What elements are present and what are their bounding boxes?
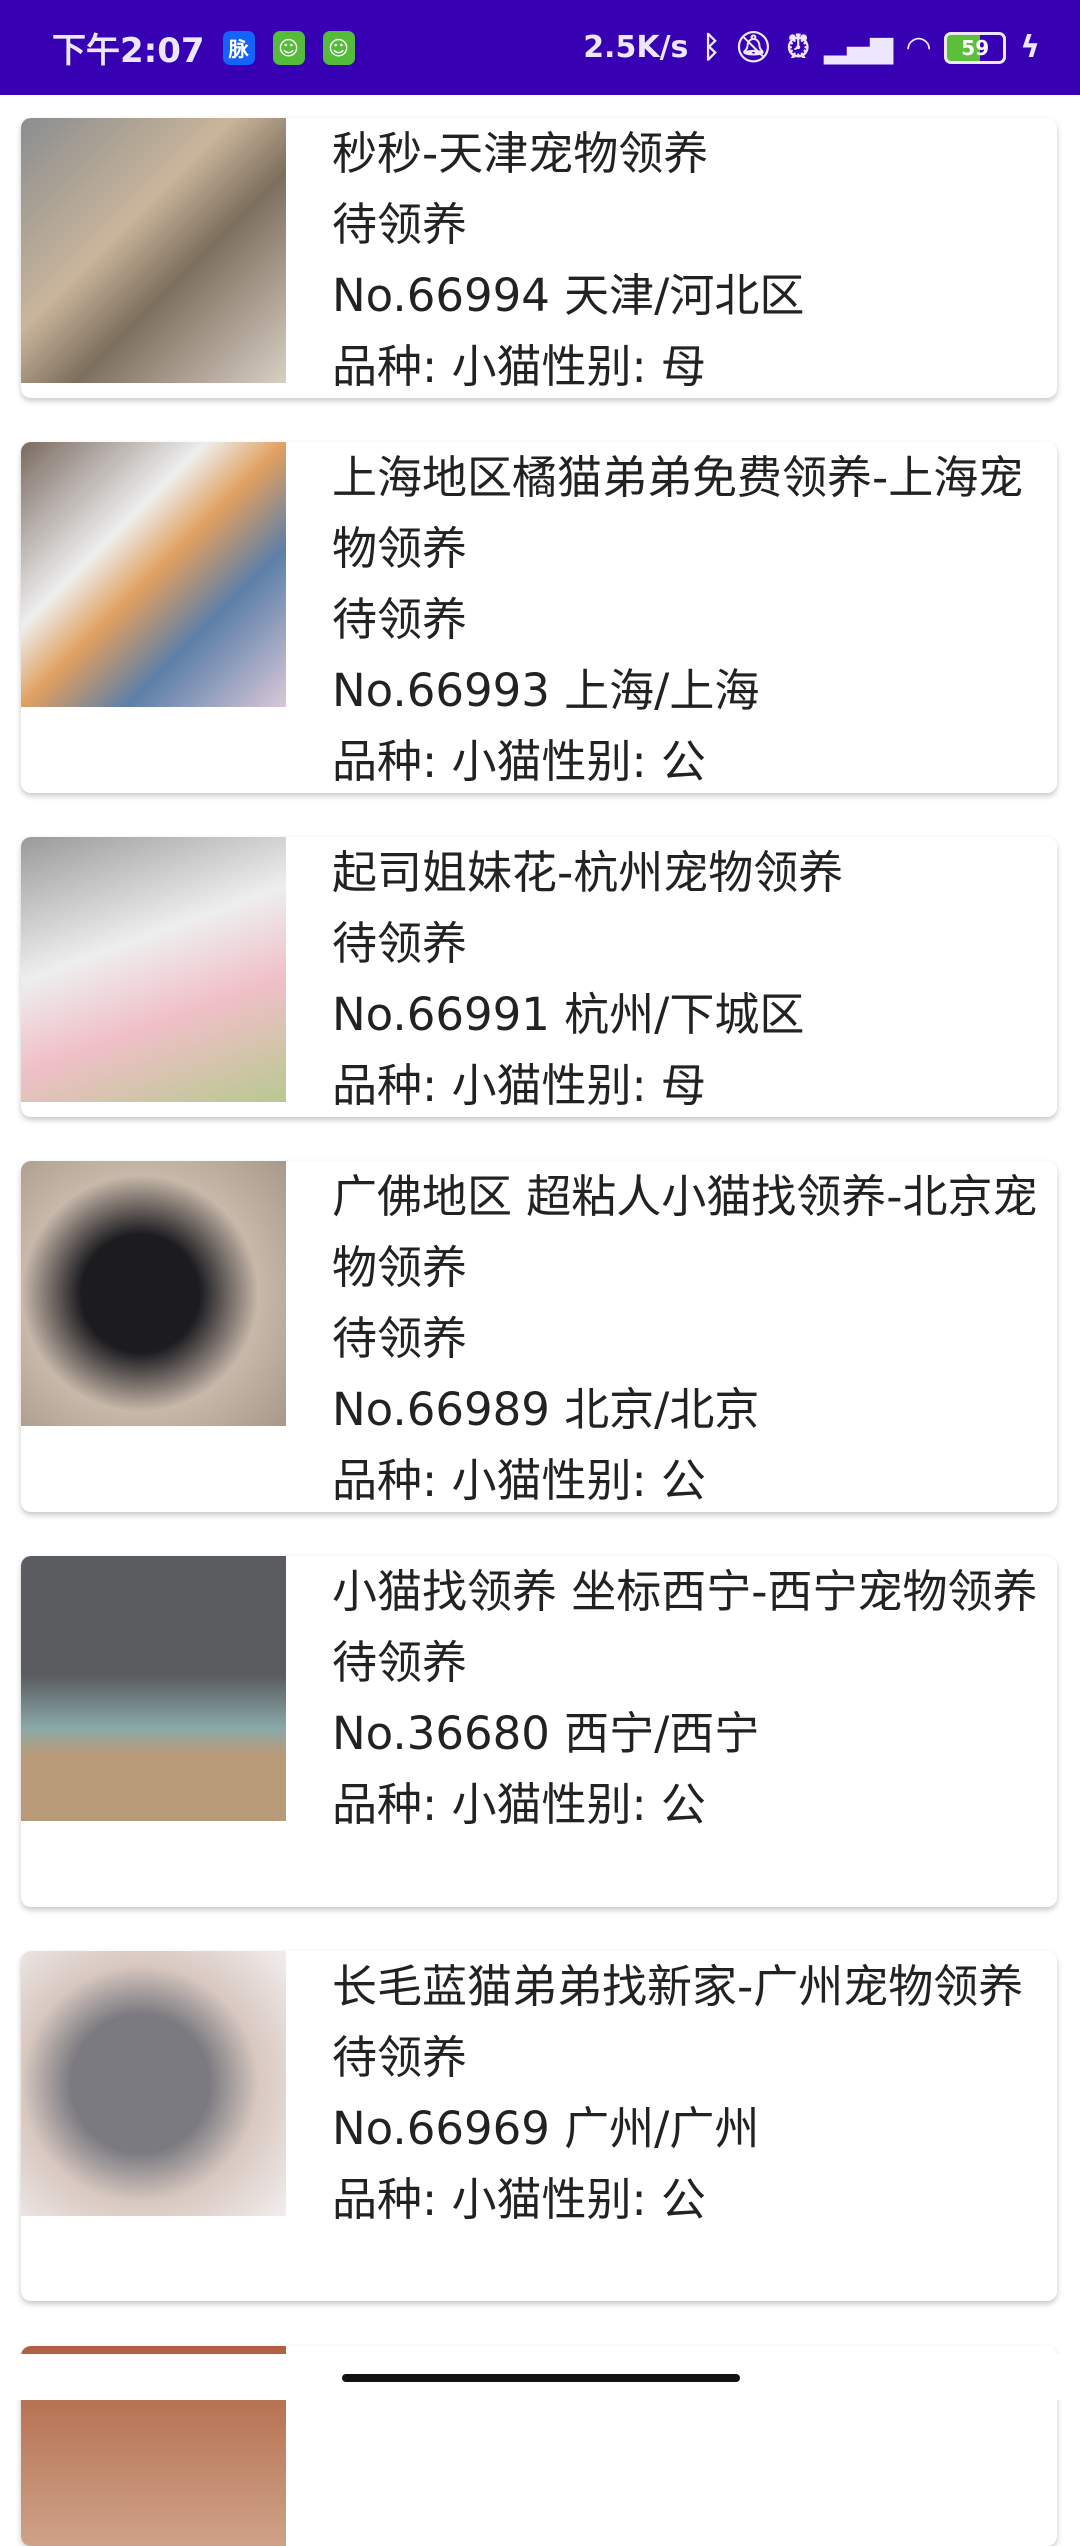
pet-breed-gender: 品种: 小猫性别: 公 <box>332 2173 706 2226</box>
pet-breed-gender: 品种: 小猫性别: 母 <box>332 340 706 393</box>
pet-status: 待领养 <box>332 1636 468 1689</box>
pet-card[interactable]: 秒秒-天津宠物领养 待领养 No.66994 天津/河北区 品种: 小猫性别: 母 <box>21 118 1057 398</box>
pet-photo <box>21 837 286 1102</box>
mute-icon: 🔕︎ <box>734 30 773 65</box>
pet-breed-gender: 品种: 小猫性别: 公 <box>332 735 706 788</box>
pet-breed-gender: 品种: 小猫性别: 母 <box>332 1059 706 1112</box>
net-speed: 2.5K/s <box>583 30 689 65</box>
charging-icon: ϟ <box>1020 30 1040 65</box>
pet-card[interactable]: 上海地区橘猫弟弟免费领养-上海宠物领养待领养 No.66993 上海/上海 品种: … <box>21 442 1057 793</box>
pet-photo <box>21 1951 286 2216</box>
pet-breed-gender: 品种: 小猫性别: 公 <box>332 1454 706 1507</box>
status-time: 下午2:07 <box>52 31 205 71</box>
pet-breed-gender: 品种: 小猫性别: 公 <box>332 1778 706 1831</box>
navigation-bar <box>0 2354 1080 2400</box>
pet-id-location: No.66969 广州/广州 <box>332 2102 760 2155</box>
signal-hd-icon: ▂▄▆ <box>823 30 894 65</box>
pet-id-location: No.66989 北京/北京 <box>332 1383 760 1436</box>
green-app-icon: ☺ <box>272 30 305 65</box>
bluetooth-icon: ᛒ <box>702 30 721 65</box>
pet-title: 秒秒-天津宠物领养 <box>332 127 709 180</box>
pet-title: 小猫找领养 坐标西宁-西宁宠物领养 <box>332 1565 1038 1618</box>
pet-id-location: No.66993 上海/上海 <box>332 664 760 717</box>
pet-photo <box>21 118 286 383</box>
alarm-icon: ⏰︎ <box>786 30 810 65</box>
pet-title: 上海地区橘猫弟弟免费领养-上海宠物领养 <box>332 451 1024 575</box>
wifi-icon: ◠ <box>907 30 931 65</box>
pet-id-location: No.66994 天津/河北区 <box>332 269 805 322</box>
pet-title: 起司姐妹花-杭州宠物领养 <box>332 846 844 899</box>
battery-icon: 59 <box>944 31 1007 64</box>
pet-photo <box>21 442 286 707</box>
pet-card[interactable]: 起司姐妹花-杭州宠物领养 待领养 No.66991 杭州/下城区 品种: 小猫性别: … <box>21 837 1057 1117</box>
pet-status: 待领养 <box>332 2031 468 2084</box>
pet-card[interactable]: 广佛地区 超粘人小猫找领养-北京宠物领养待领养 No.66989 北京/北京 品种:… <box>21 1161 1057 1512</box>
pet-photo <box>21 1161 286 1426</box>
pet-title: 长毛蓝猫弟弟找新家-广州宠物领养 <box>332 1960 1024 2013</box>
pet-id-location: No.66991 杭州/下城区 <box>332 988 805 1041</box>
pet-status: 待领养 <box>332 1312 468 1365</box>
pet-status: 待领养 <box>332 198 468 251</box>
pet-status: 待领养 <box>332 593 468 646</box>
home-gesture-handle[interactable] <box>342 2374 740 2382</box>
green-app-icon: ☺ <box>322 30 355 65</box>
pet-id-location: No.36680 西宁/西宁 <box>332 1707 760 1760</box>
pet-card[interactable]: 长毛蓝猫弟弟找新家-广州宠物领养 待领养 No.66969 广州/广州 品种: 小猫性… <box>21 1951 1057 2301</box>
pet-card[interactable]: 小猫找领养 坐标西宁-西宁宠物领养 待领养 No.36680 西宁/西宁 品种: 小猫… <box>21 1556 1057 1907</box>
mai-app-icon: 脉 <box>222 30 255 65</box>
pet-status: 待领养 <box>332 917 468 970</box>
pet-title: 广佛地区 超粘人小猫找领养-北京宠物领养 <box>332 1170 1038 1294</box>
status-bar: 下午2:07 脉 ☺ ☺ 2.5K/s ᛒ 🔕︎ ⏰︎ ▂▄▆ ◠ 59 ϟ <box>0 0 1080 95</box>
pet-photo <box>21 1556 286 1821</box>
